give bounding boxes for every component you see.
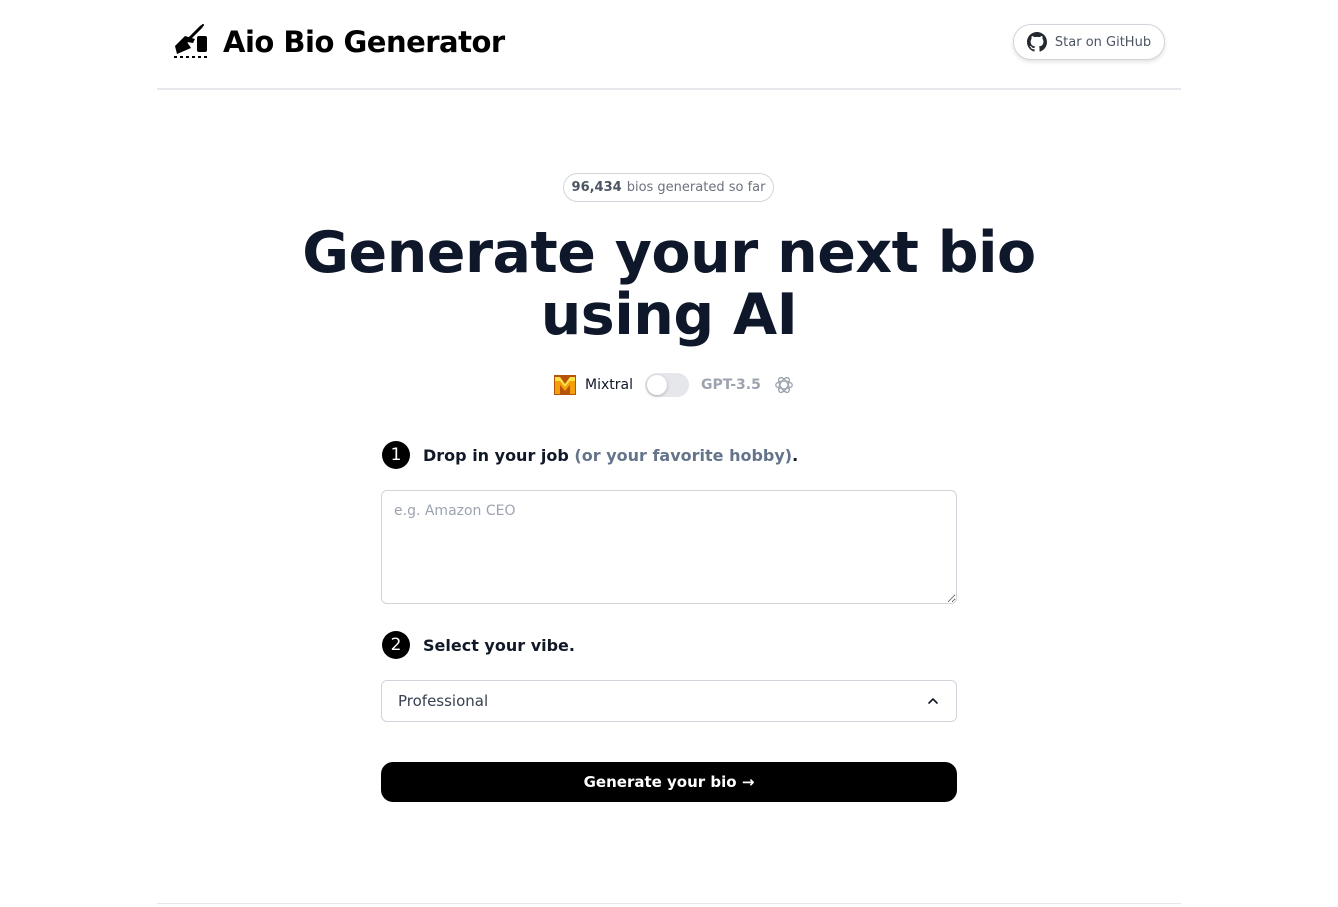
job-input[interactable] <box>381 490 957 604</box>
chevron-up-icon <box>928 698 938 704</box>
step-1-badge: 1 <box>382 441 410 469</box>
toggle-knob <box>646 375 667 395</box>
title-line-2: using AI <box>540 282 798 348</box>
vibe-select-value: Professional <box>398 692 489 710</box>
github-icon <box>1026 32 1047 52</box>
github-star-button[interactable]: Star on GitHub <box>1013 24 1165 60</box>
bios-count: 96,434 <box>571 180 622 195</box>
app-title: Aio Bio Generator <box>223 25 505 59</box>
openai-logo-icon <box>774 376 793 394</box>
model-toggle[interactable] <box>644 373 689 397</box>
brand[interactable]: Aio Bio Generator <box>171 24 505 60</box>
step-1-end: . <box>792 445 799 465</box>
step-1-label: Drop in your job (or your favorite hobby… <box>423 446 798 465</box>
footer-divider <box>157 903 1181 904</box>
vibe-select[interactable]: Professional <box>381 680 957 722</box>
step-1-text: Drop in your job <box>423 445 569 465</box>
step-2-badge: 2 <box>382 631 410 659</box>
bios-counter-badge: 96,434 bios generated so far <box>563 173 774 202</box>
model-option-gpt[interactable]: GPT-3.5 <box>701 377 761 393</box>
title-line-1: Generate your next bio <box>302 220 1036 286</box>
github-button-label: Star on GitHub <box>1054 34 1152 50</box>
step-1: 1 Drop in your job (or your favorite hob… <box>382 441 798 469</box>
mixtral-logo-icon <box>554 375 576 395</box>
writing-hand-icon <box>174 24 207 58</box>
step-2-label: Select your vibe. <box>423 635 575 655</box>
site-header: Aio Bio Generator Star on GitHub <box>157 0 1181 90</box>
generate-bio-button[interactable]: Generate your bio → <box>381 762 957 802</box>
step-2: 2 Select your vibe. <box>382 631 575 659</box>
model-switch: Mixtral GPT-3.5 <box>553 372 795 398</box>
step-1-hint: (or your favorite hobby) <box>574 445 793 465</box>
model-option-mixtral[interactable]: Mixtral <box>585 377 633 393</box>
page-title: Generate your next bio using AI <box>269 222 1069 346</box>
bios-count-suffix: bios generated so far <box>626 180 766 195</box>
